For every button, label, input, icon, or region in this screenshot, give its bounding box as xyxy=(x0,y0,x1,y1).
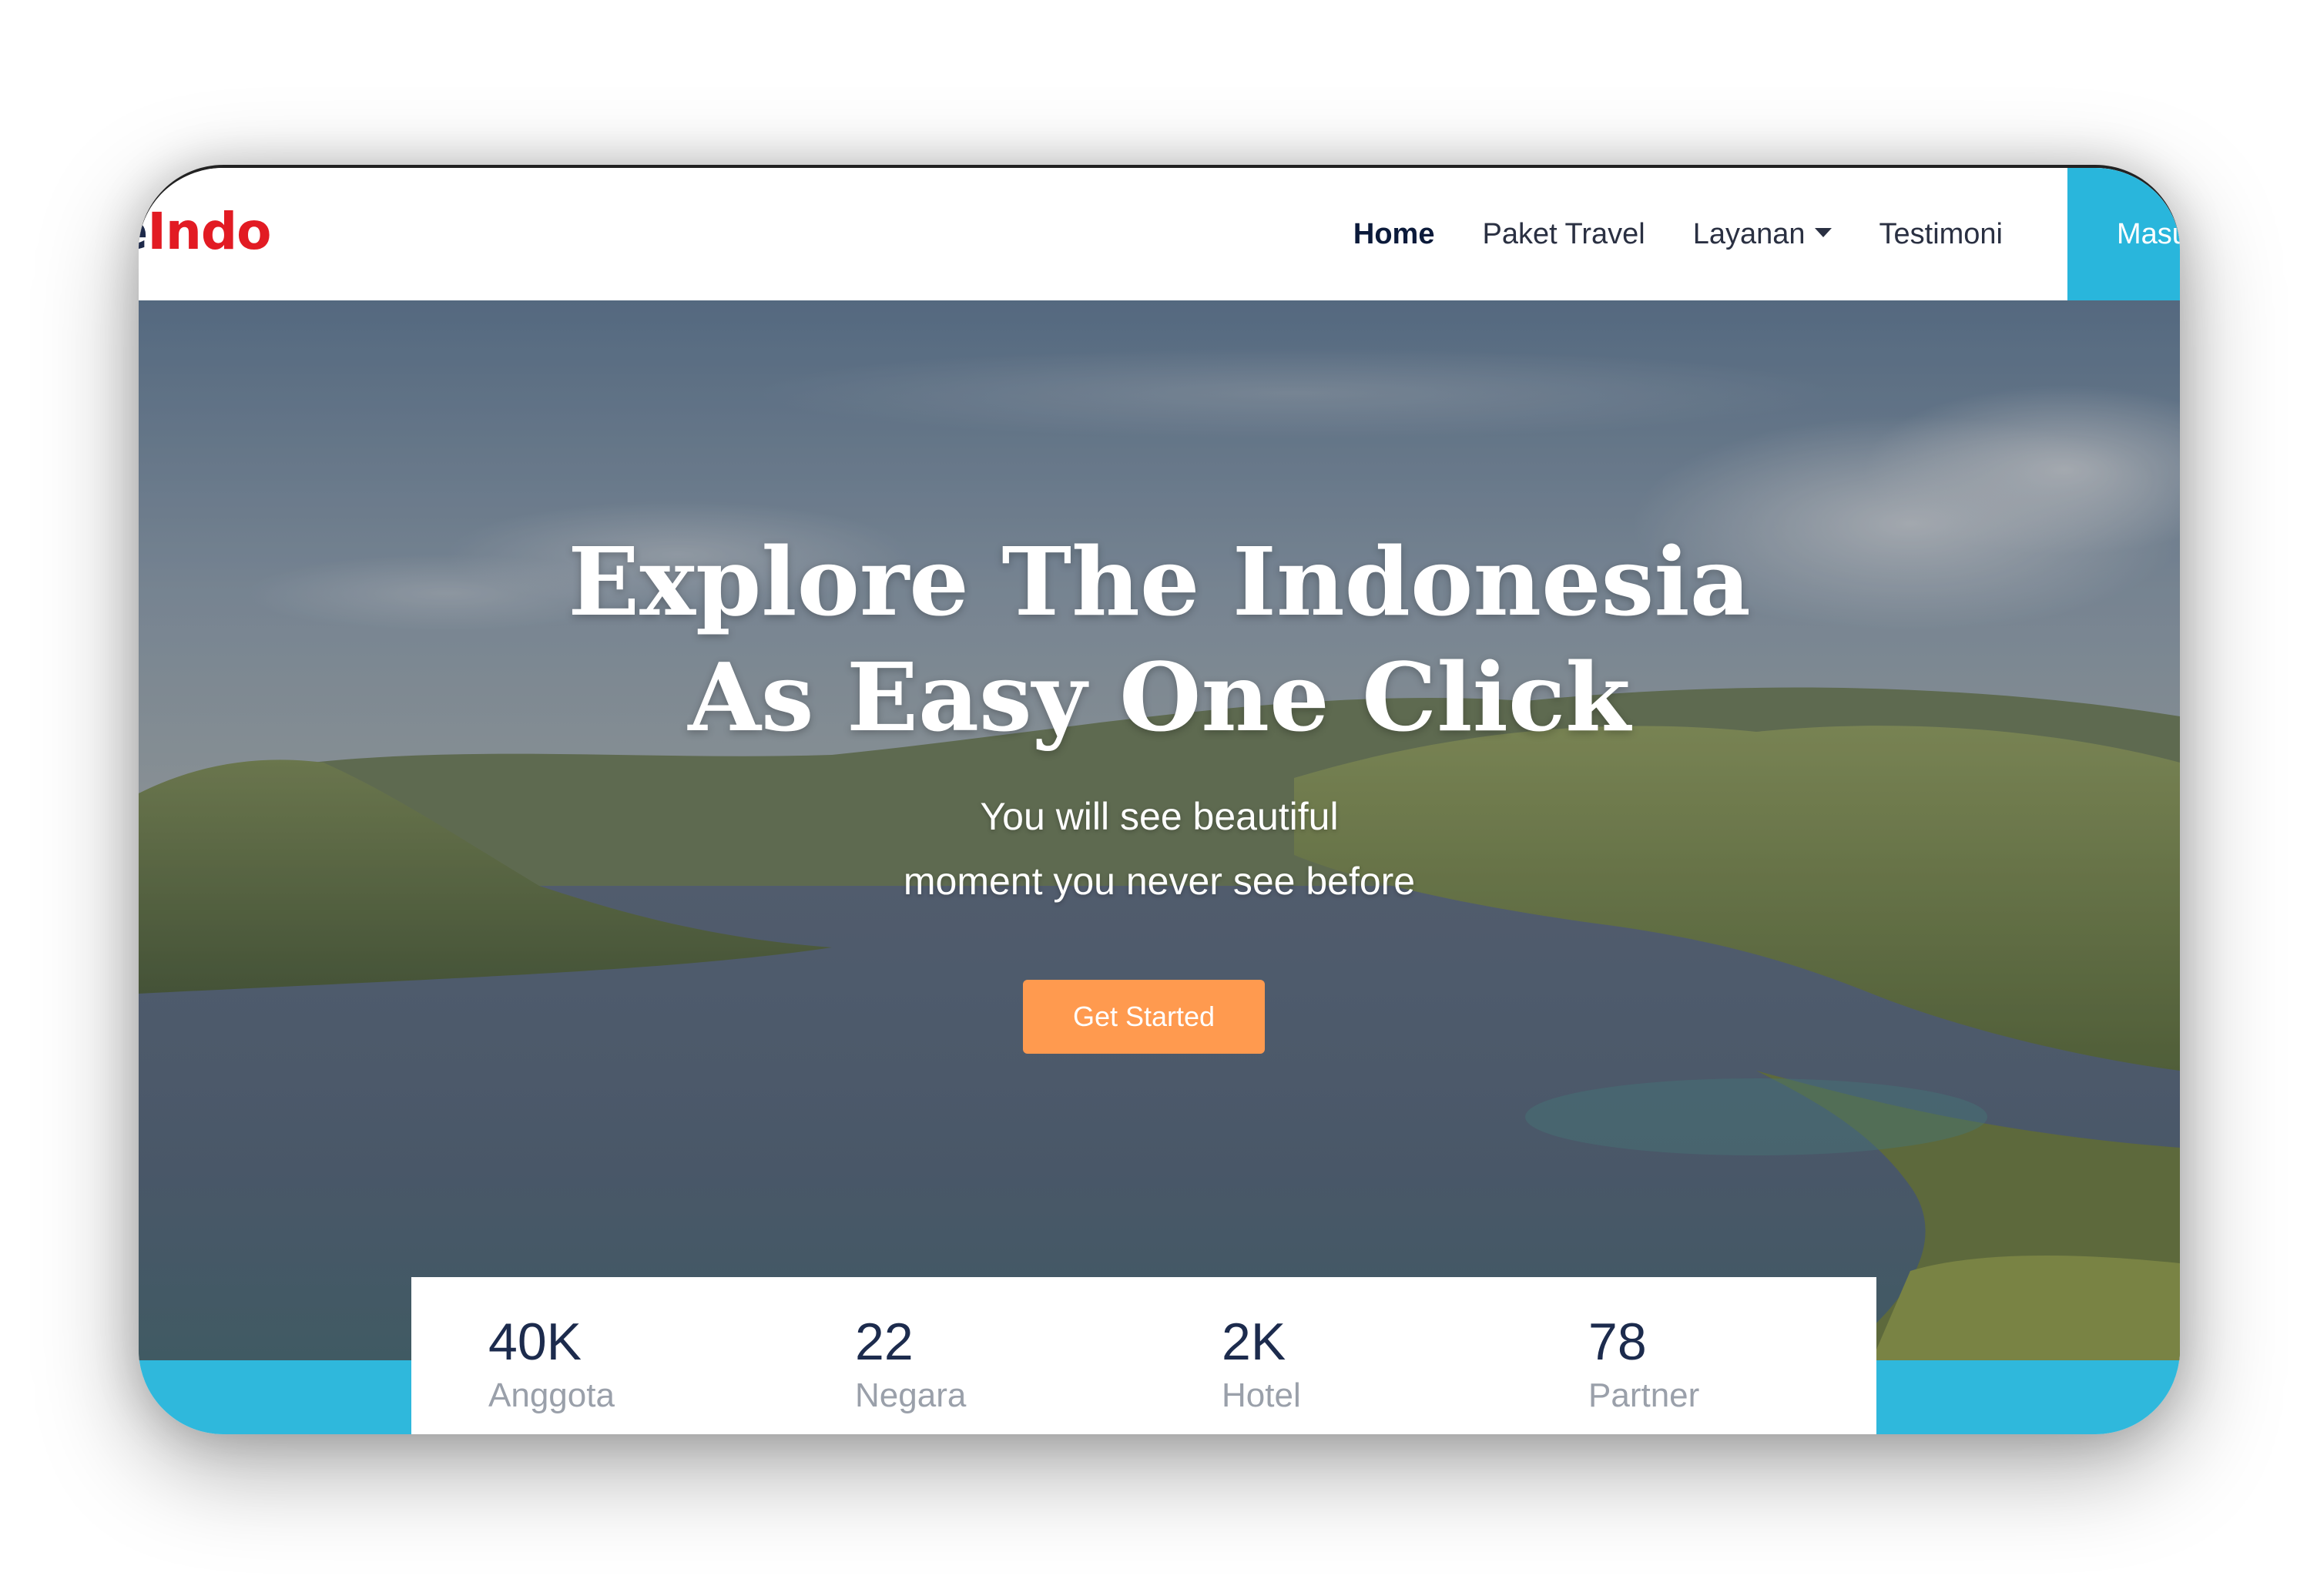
login-button-label: Masuk xyxy=(2117,217,2180,250)
stat-value: 40K xyxy=(488,1313,582,1371)
nav-item-home[interactable]: Home xyxy=(1353,218,1435,251)
stat-hotel: 2K Hotel xyxy=(1222,1311,1301,1419)
nav-item-paket-travel-label: Paket Travel xyxy=(1482,217,1645,250)
get-started-button[interactable]: Get Started xyxy=(1023,980,1265,1054)
stats-panel: 40K Anggota 22 Negara 2K Hotel 78 Partne… xyxy=(411,1277,1876,1434)
stat-value: 78 xyxy=(1588,1313,1647,1371)
hero-title-line2: As Easy One Click xyxy=(688,642,1631,753)
stat-label: Hotel xyxy=(1222,1376,1301,1414)
nav-item-layanan-label: Layanan xyxy=(1692,217,1806,250)
stat-value: 22 xyxy=(855,1313,914,1371)
nav-menu: Home Paket Travel Layanan Testimoni Masu… xyxy=(1353,168,2180,300)
stat-label: Partner xyxy=(1588,1376,1700,1414)
nav-item-layanan[interactable]: Layanan xyxy=(1693,218,1832,251)
get-started-button-label: Get Started xyxy=(1072,1001,1216,1032)
stat-anggota: 40K Anggota xyxy=(488,1311,615,1419)
hero-title-line1: Explore The Indonesia xyxy=(568,526,1751,637)
hero-title: Explore The Indonesia As Easy One Click xyxy=(139,524,2180,755)
brand-logo[interactable]: aveIndo xyxy=(139,202,271,261)
nav-item-paket-travel[interactable]: Paket Travel xyxy=(1482,218,1645,251)
navbar: aveIndo Home Paket Travel Layanan Testim… xyxy=(139,168,2180,300)
nav-item-home-label: Home xyxy=(1353,217,1435,250)
nav-item-testimoni[interactable]: Testimoni xyxy=(1879,218,2003,251)
stat-label: Negara xyxy=(855,1376,967,1414)
caret-down-icon xyxy=(1814,228,1832,237)
stat-value: 2K xyxy=(1222,1313,1286,1371)
brand-logo-part1: ave xyxy=(139,202,148,261)
page: aveIndo Home Paket Travel Layanan Testim… xyxy=(0,0,2317,1596)
stat-label: Anggota xyxy=(488,1376,615,1414)
login-button[interactable]: Masuk xyxy=(2067,168,2180,300)
brand-logo-part2: Indo xyxy=(147,202,271,261)
hero-subtitle-line2: moment you never see before xyxy=(903,860,1416,903)
nav-item-testimoni-label: Testimoni xyxy=(1879,217,2003,250)
hero-section: Explore The Indonesia As Easy One Click … xyxy=(139,300,2180,1360)
stat-negara: 22 Negara xyxy=(855,1311,966,1419)
stat-partner: 78 Partner xyxy=(1588,1311,1699,1419)
hero-subtitle: You will see beautiful moment you never … xyxy=(139,784,2180,914)
hero-subtitle-line1: You will see beautiful xyxy=(980,795,1339,838)
browser-frame: aveIndo Home Paket Travel Layanan Testim… xyxy=(139,165,2180,1434)
